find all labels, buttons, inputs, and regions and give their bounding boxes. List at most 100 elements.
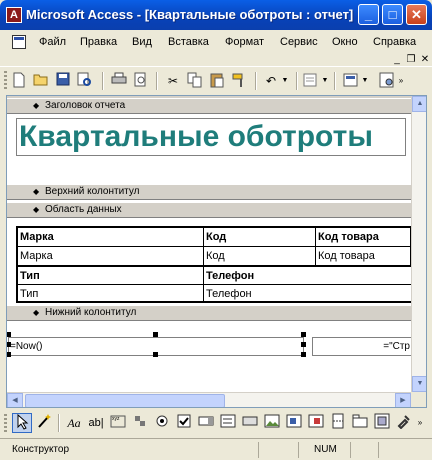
scroll-right-button[interactable]: ▶ <box>395 393 411 407</box>
band-arrow-icon: ◆ <box>33 205 40 214</box>
command-button-icon[interactable] <box>240 413 260 433</box>
bound-object-icon[interactable] <box>306 413 326 433</box>
print-preview-icon[interactable] <box>132 72 150 90</box>
report-title-label[interactable]: Квартальные оботроты <box>16 118 406 156</box>
checkbox-icon[interactable] <box>174 413 194 433</box>
cut-icon[interactable]: ✂ <box>164 72 182 90</box>
label-kod-tovara[interactable]: Код товара <box>316 228 411 247</box>
footer-page-textbox[interactable]: ="Стр <box>312 337 412 356</box>
menu-bar: Файл Правка Вид Вставка Формат Сервис Ок… <box>0 30 432 54</box>
page-header-band[interactable]: ◆ Верхний колонтитул <box>7 184 411 200</box>
field-list-icon[interactable] <box>302 72 320 90</box>
textbox-icon[interactable]: ab| <box>86 413 106 433</box>
menu-view[interactable]: Вид <box>132 36 152 48</box>
unbound-object-icon[interactable] <box>284 413 304 433</box>
horizontal-scrollbar[interactable]: ◀ ▶ <box>7 392 411 407</box>
selection-handle[interactable] <box>7 352 11 357</box>
status-bar: Конструктор NUM <box>0 438 432 460</box>
scroll-left-button[interactable]: ◀ <box>7 393 23 407</box>
label-icon[interactable]: Aa <box>64 413 84 433</box>
menu-help[interactable]: Справка <box>373 36 416 48</box>
toolbox-options-icon[interactable]: » <box>414 413 426 433</box>
menu-format[interactable]: Формат <box>225 36 264 48</box>
label-kod[interactable]: Код <box>204 228 316 247</box>
copy-icon[interactable] <box>186 72 204 90</box>
page-footer-band[interactable]: ◆ Нижний колонтитул <box>7 305 411 321</box>
label-marka[interactable]: Марка <box>18 228 204 247</box>
menu-tools[interactable]: Сервис <box>280 36 318 48</box>
menu-insert[interactable]: Вставка <box>168 36 209 48</box>
selection-handle[interactable] <box>153 352 158 357</box>
page-break-icon[interactable] <box>328 413 348 433</box>
field-marka[interactable]: Марка <box>18 247 204 266</box>
control-wizards-icon[interactable] <box>34 413 54 433</box>
list-box-icon[interactable] <box>218 413 238 433</box>
selection-handle[interactable] <box>153 332 158 337</box>
selection-handle[interactable] <box>7 342 11 347</box>
more-controls-icon[interactable] <box>394 413 414 433</box>
selection-handle[interactable] <box>301 332 306 337</box>
image-icon[interactable] <box>262 413 282 433</box>
band-arrow-icon: ◆ <box>33 308 40 317</box>
sorting-icon[interactable] <box>342 72 360 90</box>
field-tip[interactable]: Тип <box>18 285 204 301</box>
window-title: Microsoft Access - [Квартальные оботроты… <box>26 7 354 22</box>
undo-dropdown-icon[interactable]: ▼ <box>280 72 290 90</box>
combo-box-icon[interactable] <box>196 413 216 433</box>
sorting-dropdown-icon[interactable]: ▼ <box>360 72 370 90</box>
field-telefon[interactable]: Телефон <box>204 285 411 301</box>
toolbar-options-icon[interactable]: » <box>396 72 406 90</box>
menu-file[interactable]: Файл <box>39 36 66 48</box>
save-icon[interactable] <box>54 72 72 90</box>
detail-band[interactable]: ◆ Область данных <box>7 202 411 218</box>
paste-icon[interactable] <box>208 72 226 90</box>
standard-toolbar: ✂ ↶ ▼ ▼ ▼ » <box>0 66 432 94</box>
selection-handle[interactable] <box>301 352 306 357</box>
toolbar-grip[interactable] <box>4 71 7 91</box>
new-icon[interactable] <box>10 72 28 90</box>
status-num: NUM <box>314 444 337 455</box>
print-icon[interactable] <box>110 72 128 90</box>
mdi-minimize-button[interactable]: _ <box>390 54 404 66</box>
toolbox-grip[interactable] <box>4 414 7 434</box>
maximize-button[interactable]: □ <box>382 4 403 25</box>
subform-icon[interactable] <box>372 413 392 433</box>
mdi-close-button[interactable]: ✕ <box>418 54 432 66</box>
undo-icon[interactable]: ↶ <box>262 72 280 90</box>
open-icon[interactable] <box>32 72 50 90</box>
field-list-dropdown-icon[interactable]: ▼ <box>320 72 330 90</box>
access-app-icon[interactable]: A <box>6 7 22 23</box>
report-header-band[interactable]: ◆ Заголовок отчета <box>7 98 411 114</box>
close-button[interactable]: ✕ <box>406 4 427 25</box>
page-header-band-label: Верхний колонтитул <box>45 186 140 197</box>
label-tip[interactable]: Тип <box>18 266 204 285</box>
vertical-scrollbar[interactable]: ▲ ▼ <box>411 96 426 392</box>
selection-handle[interactable] <box>301 342 306 347</box>
option-button-icon[interactable] <box>152 413 172 433</box>
menu-edit[interactable]: Правка <box>80 36 117 48</box>
properties-icon[interactable] <box>378 72 396 90</box>
mdi-restore-button[interactable]: ❐ <box>404 54 418 66</box>
field-kod[interactable]: Код <box>204 247 316 266</box>
size-grip <box>411 392 426 407</box>
select-objects-icon[interactable] <box>12 413 32 433</box>
search-file-icon[interactable] <box>76 72 94 90</box>
report-design-view: ◆ Заголовок отчета Квартальные оботроты … <box>6 95 427 408</box>
band-arrow-icon: ◆ <box>33 187 40 196</box>
minimize-button[interactable]: _ <box>358 4 379 25</box>
selection-handle[interactable] <box>7 332 11 337</box>
scroll-down-button[interactable]: ▼ <box>412 376 426 392</box>
band-arrow-icon: ◆ <box>33 101 40 110</box>
toolbox: Aa ab| xyz » <box>0 410 432 438</box>
option-group-icon[interactable]: xyz <box>108 413 128 433</box>
menu-window[interactable]: Окно <box>332 36 358 48</box>
report-window-icon[interactable] <box>12 35 26 49</box>
scroll-up-button[interactable]: ▲ <box>412 96 426 112</box>
scroll-thumb[interactable] <box>25 394 225 407</box>
label-telefon[interactable]: Телефон <box>204 266 411 285</box>
format-painter-icon[interactable] <box>230 72 248 90</box>
svg-text:xyz: xyz <box>112 416 120 422</box>
tab-control-icon[interactable] <box>350 413 370 433</box>
field-kod-tovara[interactable]: Код товара <box>316 247 411 266</box>
toggle-button-icon[interactable] <box>130 413 150 433</box>
